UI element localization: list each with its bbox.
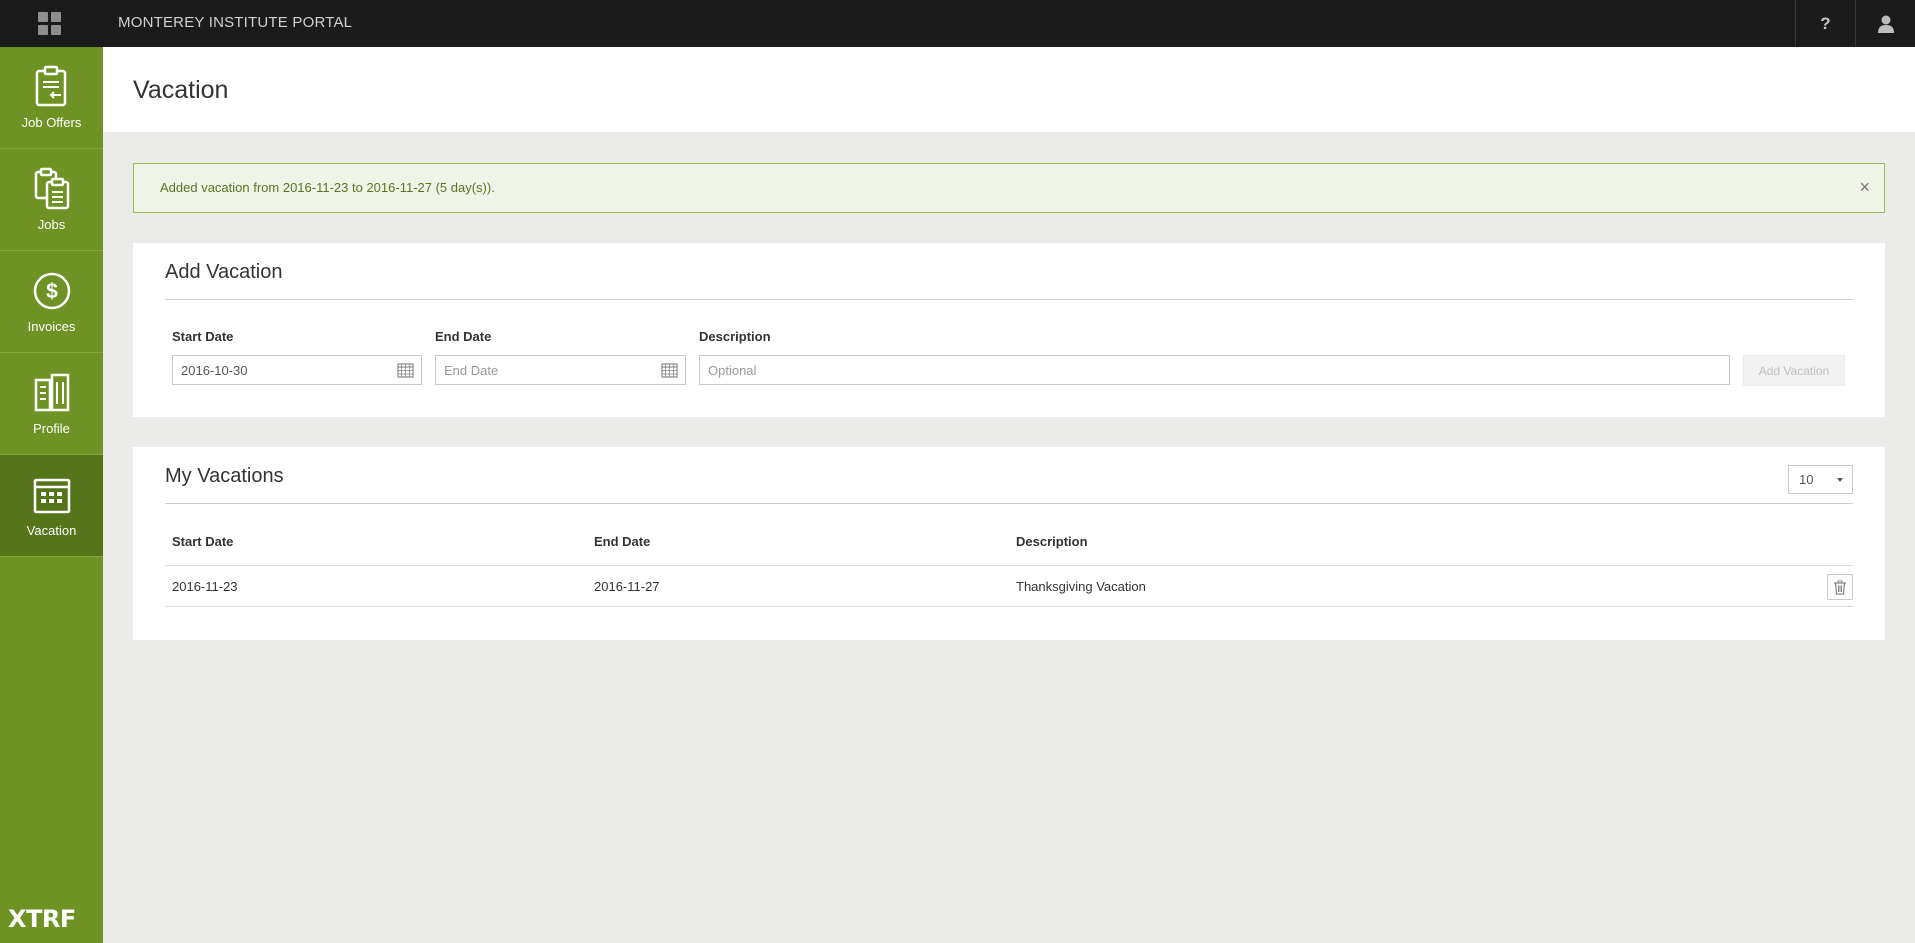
close-icon[interactable]: × bbox=[1859, 164, 1870, 210]
dollar-circle-icon: $ bbox=[33, 272, 70, 310]
sidebar: Job Offers Jobs $ Invoices Profile Vacat… bbox=[0, 47, 103, 943]
apps-menu-button[interactable] bbox=[0, 0, 98, 47]
help-button[interactable]: ? bbox=[1795, 0, 1855, 47]
calendar-icon bbox=[33, 478, 70, 514]
page-size-select[interactable]: 10 bbox=[1788, 465, 1853, 494]
table-row-divider bbox=[165, 606, 1853, 607]
sidebar-item-label: Profile bbox=[33, 421, 70, 436]
row-description: Thanksgiving Vacation bbox=[1016, 579, 1146, 594]
table-header-divider bbox=[165, 565, 1853, 566]
divider bbox=[165, 503, 1853, 504]
jobs-icon bbox=[34, 167, 69, 210]
help-icon: ? bbox=[1820, 13, 1831, 33]
column-header-end-date[interactable]: End Date bbox=[594, 534, 650, 549]
trash-icon bbox=[1834, 580, 1846, 595]
end-date-input[interactable] bbox=[435, 355, 686, 385]
sidebar-item-profile[interactable]: Profile bbox=[0, 353, 103, 455]
page-size-value: 10 bbox=[1799, 472, 1814, 487]
svg-text:$: $ bbox=[46, 280, 58, 303]
portal-title: MONTEREY INSTITUTE PORTAL bbox=[118, 14, 353, 31]
my-vacations-panel: My Vacations 10 Start Date End Date Desc… bbox=[133, 447, 1885, 640]
add-vacation-button[interactable]: Add Vacation bbox=[1743, 355, 1845, 386]
row-end-date: 2016-11-27 bbox=[594, 579, 660, 594]
success-alert: Added vacation from 2016-11-23 to 2016-1… bbox=[133, 163, 1885, 213]
sidebar-item-jobs[interactable]: Jobs bbox=[0, 149, 103, 251]
page-header: Vacation bbox=[103, 47, 1915, 132]
column-header-start-date[interactable]: Start Date bbox=[172, 534, 233, 549]
sidebar-item-job-offers[interactable]: Job Offers bbox=[0, 47, 103, 149]
caret-down-icon bbox=[1837, 478, 1843, 482]
user-menu-button[interactable] bbox=[1855, 0, 1915, 47]
job-offers-icon bbox=[35, 65, 66, 107]
sidebar-item-label: Vacation bbox=[26, 523, 77, 538]
column-header-description[interactable]: Description bbox=[1016, 534, 1088, 549]
sidebar-item-vacation[interactable]: Vacation bbox=[0, 455, 103, 557]
top-bar: MONTEREY INSTITUTE PORTAL ? bbox=[0, 0, 1915, 47]
sidebar-item-label: Job Offers bbox=[21, 115, 82, 130]
add-vacation-title: Add Vacation bbox=[165, 261, 283, 283]
divider bbox=[165, 299, 1853, 300]
start-date-input[interactable] bbox=[172, 355, 422, 385]
calendar-icon[interactable] bbox=[397, 362, 414, 378]
row-start-date: 2016-11-23 bbox=[172, 579, 238, 594]
user-icon bbox=[1877, 15, 1894, 33]
sidebar-item-label: Jobs bbox=[37, 217, 66, 232]
description-label: Description bbox=[699, 329, 771, 344]
end-date-label: End Date bbox=[435, 329, 492, 344]
alert-message: Added vacation from 2016-11-23 to 2016-1… bbox=[160, 180, 495, 195]
description-input[interactable] bbox=[699, 355, 1730, 385]
add-vacation-panel: Add Vacation Start Date End Date Descrip… bbox=[133, 243, 1885, 417]
start-date-label: Start Date bbox=[172, 329, 234, 344]
my-vacations-title: My Vacations bbox=[165, 465, 284, 487]
sidebar-item-invoices[interactable]: $ Invoices bbox=[0, 251, 103, 353]
apps-grid-icon bbox=[37, 12, 61, 35]
sidebar-item-label: Invoices bbox=[27, 319, 76, 334]
profile-icon bbox=[34, 373, 69, 412]
xtrf-logo: XTRF bbox=[8, 905, 76, 933]
calendar-icon[interactable] bbox=[661, 362, 678, 378]
delete-vacation-button[interactable] bbox=[1827, 574, 1853, 600]
page-title: Vacation bbox=[133, 76, 229, 104]
